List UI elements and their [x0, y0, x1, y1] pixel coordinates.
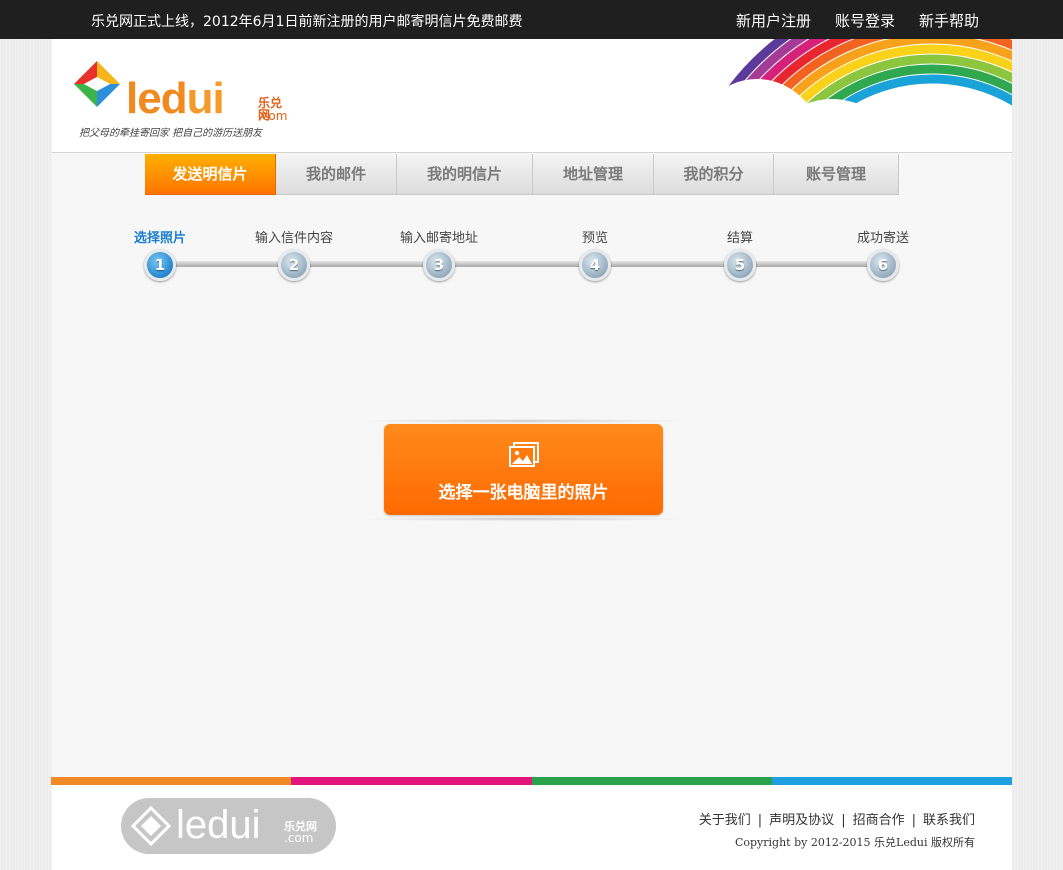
step-label-4: 预览 — [581, 231, 609, 246]
tab-my-points[interactable]: 我的积分 — [654, 154, 774, 195]
rainbow-banner — [687, 39, 1012, 152]
logo-domain: .com — [258, 109, 288, 123]
main-page: ledui 乐兑网 .com 把父母的牵挂寄回家 把自己的游历送朋友 发送明信片… — [52, 39, 1012, 870]
step-circle-4: 4 — [579, 249, 611, 281]
copyright: Copyright by 2012-2015 乐兑Ledui 版权所有 — [734, 836, 975, 849]
step-label-1: 选择照片 — [133, 231, 187, 246]
logo-diamond-icon — [74, 61, 120, 107]
step-label-3: 输入邮寄地址 — [399, 231, 479, 246]
login-link[interactable]: 账号登录 — [835, 10, 895, 31]
tab-my-mail[interactable]: 我的邮件 — [276, 154, 397, 195]
header: ledui 乐兑网 .com 把父母的牵挂寄回家 把自己的游历送朋友 — [52, 39, 1012, 153]
step-circle-1: 1 — [144, 249, 176, 281]
image-icon — [509, 442, 539, 467]
choose-photo-label: 选择一张电脑里的照片 — [438, 483, 609, 503]
contact-us-link[interactable]: 联系我们 — [923, 813, 975, 828]
about-us-link[interactable]: 关于我们 — [699, 813, 751, 828]
footer-logo-diamond-icon — [131, 806, 171, 846]
step-label-2: 输入信件内容 — [254, 231, 334, 246]
footer-logo-domain: .com — [284, 831, 314, 845]
tab-account-management[interactable]: 账号管理 — [774, 154, 899, 195]
tab-address-management[interactable]: 地址管理 — [533, 154, 654, 195]
step-label-6: 成功寄送 — [856, 231, 910, 246]
upload-area: 选择一张电脑里的照片 — [352, 419, 692, 523]
register-link[interactable]: 新用户注册 — [736, 10, 811, 31]
business-link[interactable]: 招商合作 — [853, 813, 905, 828]
step-circle-6: 6 — [867, 249, 899, 281]
step-label-5: 结算 — [726, 231, 754, 246]
site-logo[interactable]: ledui 乐兑网 .com — [72, 59, 287, 122]
top-links: 新用户注册 账号登录 新手帮助 — [736, 10, 979, 31]
step-track — [159, 261, 883, 267]
step-progress: 选择照片 1 输入信件内容 2 输入邮寄地址 3 预览 4 结算 5 成功寄送 … — [132, 225, 932, 285]
tab-my-postcards[interactable]: 我的明信片 — [397, 154, 533, 195]
slogan: 把父母的牵挂寄回家 把自己的游历送朋友 — [79, 128, 263, 139]
site-notice: 乐兑网正式上线，2012年6月1日前新注册的用户邮寄明信片免费邮费 — [91, 14, 523, 30]
step-circle-5: 5 — [724, 249, 756, 281]
choose-photo-button[interactable]: 选择一张电脑里的照片 — [384, 424, 663, 515]
logo-wordmark: ledui — [126, 74, 225, 123]
footer: ledui 乐兑网 .com 关于我们 | 声明及协议 | 招商合作 | 联系我们 Copy… — [52, 785, 1012, 870]
step-circle-3: 3 — [423, 249, 455, 281]
footer-color-bar — [51, 777, 1012, 785]
tab-send-postcard[interactable]: 发送明信片 — [145, 154, 276, 195]
help-link[interactable]: 新手帮助 — [919, 10, 979, 31]
footer-logo-wordmark: ledui — [176, 803, 261, 847]
step-circle-2: 2 — [278, 249, 310, 281]
footer-logo[interactable]: ledui 乐兑网 .com — [121, 798, 336, 854]
top-bar: 乐兑网正式上线，2012年6月1日前新注册的用户邮寄明信片免费邮费 新用户注册 … — [0, 0, 1063, 39]
footer-links: 关于我们 | 声明及协议 | 招商合作 | 联系我们 — [698, 813, 975, 828]
main-nav: 发送明信片 我的邮件 我的明信片 地址管理 我的积分 账号管理 — [145, 154, 899, 195]
terms-link[interactable]: 声明及协议 — [769, 813, 834, 828]
